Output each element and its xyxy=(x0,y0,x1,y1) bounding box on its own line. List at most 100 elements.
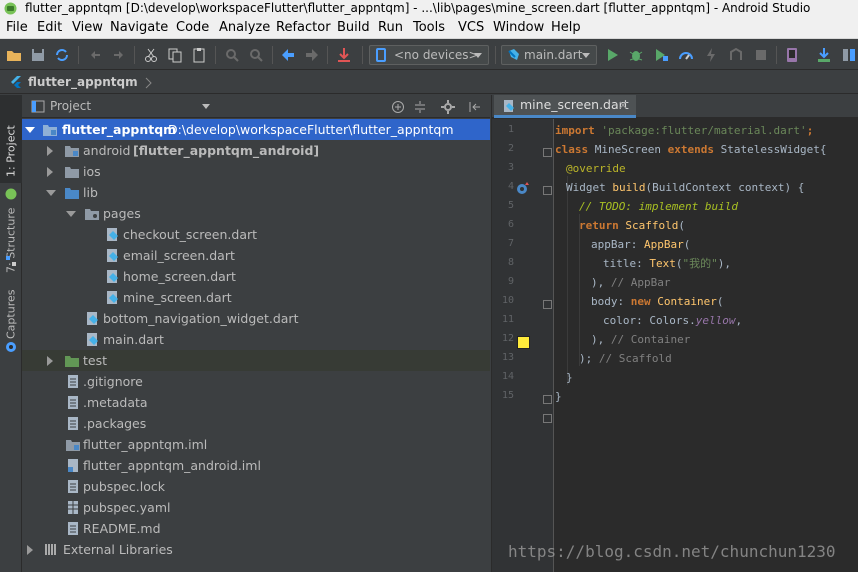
color-swatch-icon[interactable] xyxy=(517,336,530,349)
tree-item-packages[interactable]: .packages xyxy=(22,413,490,434)
tree-item-flutter-appntqm-android-iml[interactable]: flutter_appntqm_android.iml xyxy=(22,455,490,476)
menu-help[interactable]: Help xyxy=(551,20,581,35)
tab-captures[interactable]: Captures xyxy=(0,285,22,345)
replace-icon[interactable] xyxy=(247,46,265,64)
expand-arrow-icon[interactable] xyxy=(66,211,76,217)
undo-icon[interactable] xyxy=(86,46,104,64)
project-structure-icon[interactable] xyxy=(840,46,858,64)
tree-item-test[interactable]: test xyxy=(22,350,490,371)
find-icon[interactable] xyxy=(223,46,241,64)
gear-icon[interactable] xyxy=(441,100,455,114)
device-selector[interactable]: <no devices> xyxy=(369,45,489,65)
tree-item-lib[interactable]: lib xyxy=(22,182,490,203)
expand-arrow-icon[interactable] xyxy=(27,545,33,555)
redo-icon[interactable] xyxy=(110,46,128,64)
copy-icon[interactable] xyxy=(166,46,184,64)
menu-navigate[interactable]: Navigate xyxy=(110,20,168,35)
forward-icon[interactable] xyxy=(303,46,321,64)
code-line-3: @override xyxy=(566,162,626,175)
tree-item-readme[interactable]: README.md xyxy=(22,518,490,539)
hide-panel-icon[interactable] xyxy=(468,100,482,114)
save-icon[interactable] xyxy=(29,46,47,64)
tree-item-path: D:\develop\workspaceFlutter\flutter_appn… xyxy=(168,122,454,137)
tree-item-ios[interactable]: ios xyxy=(22,161,490,182)
menu-vcs[interactable]: VCS xyxy=(458,20,484,35)
hot-reload-icon[interactable] xyxy=(702,46,720,64)
back-icon[interactable] xyxy=(279,46,297,64)
run-config-selector[interactable]: main.dart xyxy=(501,45,597,65)
open-folder-icon[interactable] xyxy=(5,46,23,64)
expand-arrow-icon[interactable] xyxy=(47,356,53,366)
menu-tools[interactable]: Tools xyxy=(413,20,445,35)
fold-marker-icon[interactable] xyxy=(543,300,552,309)
breadcrumb[interactable]: flutter_appntqm xyxy=(8,73,152,92)
project-view-label[interactable]: Project xyxy=(50,99,91,113)
tab-project-label: 1: Project xyxy=(4,125,18,177)
close-icon[interactable]: × xyxy=(618,95,628,115)
menu-refactor[interactable]: Refactor xyxy=(276,20,331,35)
run-icon[interactable] xyxy=(603,46,621,64)
menu-code[interactable]: Code xyxy=(176,20,209,35)
sync-icon[interactable] xyxy=(53,46,71,64)
tree-item-home-screen[interactable]: home_screen.dart xyxy=(22,266,490,287)
tree-item-label: .packages xyxy=(83,416,147,431)
stop-icon[interactable] xyxy=(752,46,770,64)
scroll-from-source-icon[interactable] xyxy=(391,100,405,114)
tree-item-gitignore[interactable]: .gitignore xyxy=(22,371,490,392)
debug-icon[interactable] xyxy=(627,46,645,64)
chevron-down-icon[interactable] xyxy=(202,104,210,109)
dart-file-icon xyxy=(107,249,118,262)
tree-item-pubspec-yaml[interactable]: pubspec.yaml xyxy=(22,497,490,518)
fold-marker-icon[interactable] xyxy=(543,395,552,404)
sdk-manager-icon[interactable] xyxy=(815,46,833,64)
menu-window[interactable]: Window xyxy=(493,20,544,35)
paste-icon[interactable] xyxy=(190,46,208,64)
attach-debugger-icon[interactable] xyxy=(727,46,745,64)
avd-manager-icon[interactable] xyxy=(783,46,801,64)
code-line-6: return Scaffold( xyxy=(579,219,685,232)
collapse-all-icon[interactable] xyxy=(413,100,427,114)
editor-tab-label: mine_screen.dart xyxy=(520,97,629,112)
menu-analyze[interactable]: Analyze xyxy=(219,20,270,35)
fold-marker-icon[interactable] xyxy=(543,414,552,423)
tree-item-metadata[interactable]: .metadata xyxy=(22,392,490,413)
tree-item-main-dart[interactable]: main.dart xyxy=(22,329,490,350)
chevron-right-icon xyxy=(145,77,152,89)
code-area[interactable]: import 'package:flutter/material.dart'; … xyxy=(555,119,858,572)
tab-structure[interactable]: 7: Structure xyxy=(0,201,22,279)
fold-marker-icon[interactable] xyxy=(543,148,552,157)
line-number: 6 xyxy=(507,219,514,230)
tree-item-android[interactable]: android [flutter_appntqm_android] xyxy=(22,140,490,161)
run-with-coverage-icon[interactable] xyxy=(652,46,670,64)
override-method-icon[interactable] xyxy=(516,181,530,195)
tree-item-module-suffix: [flutter_appntqm_android] xyxy=(133,143,320,158)
editor-tab-mine-screen[interactable]: mine_screen.dart × xyxy=(494,95,636,118)
make-project-icon[interactable] xyxy=(335,46,353,64)
tab-project[interactable]: 1: Project xyxy=(0,95,22,183)
expand-arrow-icon[interactable] xyxy=(47,167,53,177)
tree-item-pages[interactable]: pages xyxy=(22,203,490,224)
tree-item-external-libraries[interactable]: External Libraries xyxy=(22,539,490,560)
fold-marker-icon[interactable] xyxy=(543,186,552,195)
expand-arrow-icon[interactable] xyxy=(46,190,56,196)
tree-item-email-screen[interactable]: email_screen.dart xyxy=(22,245,490,266)
tree-item-flutter-appntqm-iml[interactable]: flutter_appntqm.iml xyxy=(22,434,490,455)
text-file-icon xyxy=(68,375,78,388)
menu-view[interactable]: View xyxy=(72,20,103,35)
cut-icon[interactable] xyxy=(142,46,160,64)
tree-item-label: test xyxy=(83,353,108,368)
expand-arrow-icon[interactable] xyxy=(47,146,53,156)
flutter-logo-icon xyxy=(11,76,21,88)
dart-file-icon xyxy=(508,49,519,60)
profile-icon[interactable] xyxy=(677,46,695,64)
tree-item-pubspec-lock[interactable]: pubspec.lock xyxy=(22,476,490,497)
tree-item-checkout-screen[interactable]: checkout_screen.dart xyxy=(22,224,490,245)
tree-item-mine-screen[interactable]: mine_screen.dart xyxy=(22,287,490,308)
tree-item-root[interactable]: flutter_appntqm D:\develop\workspaceFlut… xyxy=(22,119,490,140)
menu-edit[interactable]: Edit xyxy=(37,20,62,35)
tree-item-bottom-navigation-widget[interactable]: bottom_navigation_widget.dart xyxy=(22,308,490,329)
menu-file[interactable]: File xyxy=(6,20,28,35)
menu-run[interactable]: Run xyxy=(378,20,403,35)
menu-build[interactable]: Build xyxy=(337,20,370,35)
expand-arrow-icon[interactable] xyxy=(25,127,35,133)
